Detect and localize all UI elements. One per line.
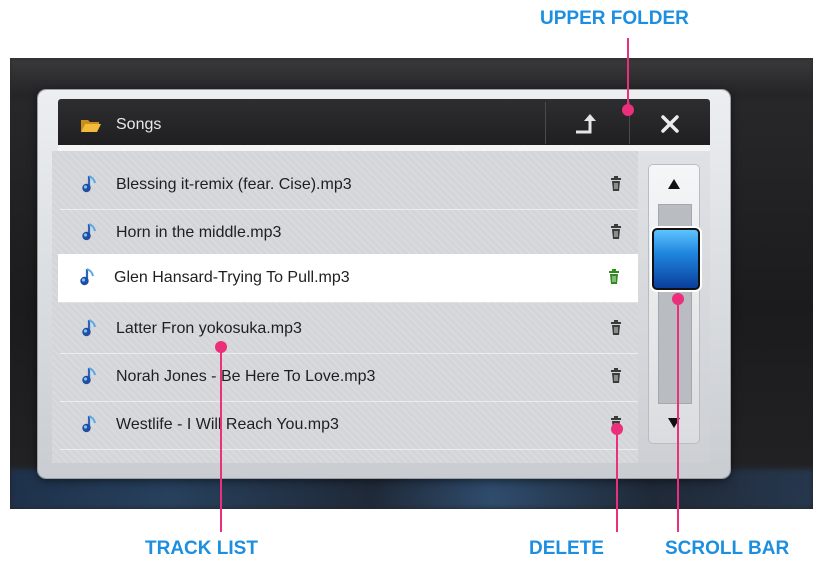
track-row[interactable]: Horn in the middle.mp3 [60, 209, 638, 258]
track-name: Horn in the middle.mp3 [116, 224, 282, 241]
callout-line-upper-folder [627, 38, 629, 108]
music-note-icon [80, 318, 100, 338]
track-name: Latter Fron yokosuka.mp3 [116, 320, 302, 337]
close-button[interactable] [630, 102, 710, 146]
close-icon [660, 114, 680, 134]
trash-icon[interactable] [610, 224, 622, 240]
callout-dot-delete [611, 423, 623, 435]
callout-track-list: TRACK LIST [145, 538, 258, 559]
folder-icon [80, 117, 102, 133]
folder-title: Songs [116, 116, 162, 133]
trash-icon[interactable] [610, 320, 622, 336]
music-note-icon [80, 174, 100, 194]
track-row[interactable]: Westlife - I Will Reach You.mp3 [60, 401, 638, 450]
track-name: Norah Jones - Be Here To Love.mp3 [116, 368, 376, 385]
music-note-icon [78, 267, 98, 287]
scrollbar-thumb[interactable] [652, 228, 700, 290]
callout-line-delete [616, 428, 618, 532]
track-name: Glen Hansard-Trying To Pull.mp3 [114, 269, 350, 286]
scroll-up-button[interactable] [648, 164, 700, 204]
track-row[interactable]: Latter Fron yokosuka.mp3 [60, 305, 638, 354]
track-name: Blessing it-remix (fear. Cise).mp3 [116, 176, 352, 193]
music-note-icon [80, 222, 100, 242]
trash-icon[interactable] [608, 269, 620, 285]
track-name: Westlife - I Will Reach You.mp3 [116, 416, 339, 433]
music-note-icon [80, 414, 100, 434]
callout-dot-scroll-bar [672, 293, 684, 305]
callout-scroll-bar: SCROLL BAR [665, 538, 790, 559]
callout-dot-upper-folder [622, 104, 634, 116]
callout-upper-folder: UPPER FOLDER [540, 8, 689, 29]
arrow-up-icon [668, 179, 680, 189]
upper-folder-icon [574, 112, 600, 136]
callout-line-scroll-bar [677, 298, 679, 532]
trash-icon[interactable] [610, 176, 622, 192]
callout-delete: DELETE [529, 538, 604, 559]
track-row[interactable]: Norah Jones - Be Here To Love.mp3 [60, 353, 638, 402]
track-row[interactable]: Blessing it-remix (fear. Cise).mp3 [60, 161, 638, 210]
callout-dot-track-list [215, 341, 227, 353]
upper-folder-button[interactable] [546, 102, 626, 146]
track-row[interactable]: Glen Hansard-Trying To Pull.mp3 [58, 254, 638, 303]
trash-icon[interactable] [610, 368, 622, 384]
music-note-icon [80, 366, 100, 386]
callout-line-track-list [220, 346, 222, 532]
scroll-down-button[interactable] [648, 404, 700, 444]
